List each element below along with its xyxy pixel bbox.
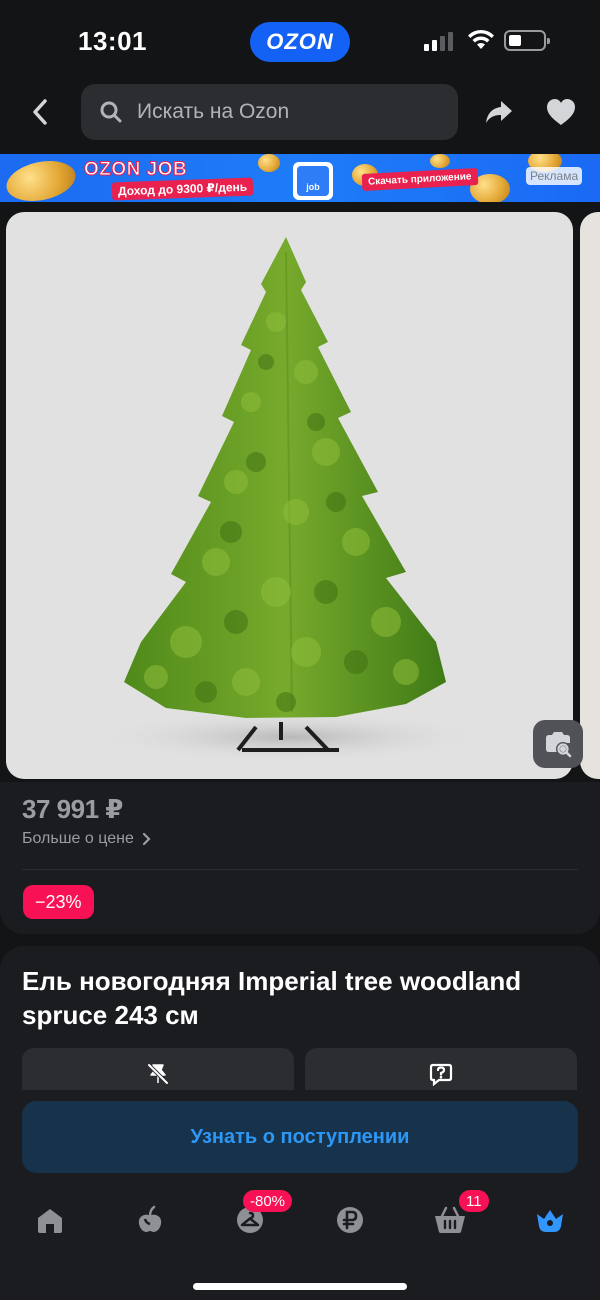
status-time: 13:01: [78, 26, 147, 56]
ad-title: OZON JOB: [83, 159, 188, 181]
ad-label: Реклама: [526, 167, 583, 185]
more-about-price-label: Больше о цене: [22, 830, 134, 847]
share-icon[interactable]: [484, 97, 514, 127]
phone-screen-text: job: [297, 166, 329, 196]
product-image[interactable]: [6, 212, 573, 779]
ruble-icon: [337, 1207, 363, 1233]
back-icon[interactable]: [24, 96, 56, 128]
more-about-price-link[interactable]: Больше о цене: [22, 830, 152, 848]
product-section: Ель новогодняя Imperial tree woodland sp…: [0, 946, 600, 1186]
notify-when-available-button[interactable]: Узнать о поступлении: [22, 1101, 578, 1173]
status-bar: 13:01 OZON: [0, 0, 600, 80]
cellular-signal-icon: [424, 31, 456, 51]
ad-banner[interactable]: OZON JOB Доход до 9300 ₽/день job Скачат…: [0, 154, 600, 202]
visual-search-icon: [546, 732, 572, 758]
pin-off-icon: [147, 1063, 169, 1085]
home-icon: [38, 1209, 62, 1233]
visual-search-button[interactable]: [533, 720, 583, 768]
coin-image: [2, 155, 80, 202]
tab-home[interactable]: [20, 1200, 80, 1240]
tab-cart-badge: 11: [459, 1190, 489, 1212]
search-icon: [100, 101, 122, 123]
ad-subtitle: Доход до 9300 ₽/день: [111, 177, 254, 201]
crown-icon: [537, 1210, 563, 1232]
ad-cta-button[interactable]: Скачать приложение: [361, 167, 478, 192]
top-nav: Искать на Ozon: [0, 84, 600, 142]
christmas-tree-image: [90, 237, 490, 763]
coin-image: [258, 154, 280, 172]
product-title: Ель новогодняя Imperial tree woodland sp…: [22, 966, 522, 1030]
search-input[interactable]: Искать на Ozon: [81, 84, 458, 140]
question-button[interactable]: [305, 1048, 577, 1090]
pin-button[interactable]: [22, 1048, 294, 1090]
tab-fresh-badge: -80%: [243, 1190, 293, 1212]
product-gallery[interactable]: [0, 212, 600, 780]
phone-image: job: [293, 162, 333, 200]
ozon-logo-pill[interactable]: OZON: [250, 22, 350, 62]
tab-finance[interactable]: [320, 1200, 380, 1240]
tab-profile[interactable]: [520, 1200, 580, 1240]
cart-icon: [435, 1206, 465, 1233]
product-price: 37 991 ₽: [22, 794, 123, 824]
home-indicator: [193, 1283, 407, 1290]
discount-badge: −23%: [23, 885, 94, 919]
next-image-preview[interactable]: [580, 212, 600, 779]
wifi-icon: [468, 29, 494, 49]
coin-image: [430, 154, 450, 168]
divider: [22, 869, 578, 870]
catalog-icon: [138, 1205, 162, 1232]
question-icon: [429, 1063, 453, 1086]
tab-catalog[interactable]: [120, 1200, 180, 1240]
search-placeholder: Искать на Ozon: [137, 100, 290, 123]
chevron-right-icon: [142, 832, 151, 846]
price-section: 37 991 ₽ Больше о цене −23%: [0, 782, 600, 934]
battery-icon: [504, 30, 550, 51]
heart-icon[interactable]: [545, 97, 577, 127]
